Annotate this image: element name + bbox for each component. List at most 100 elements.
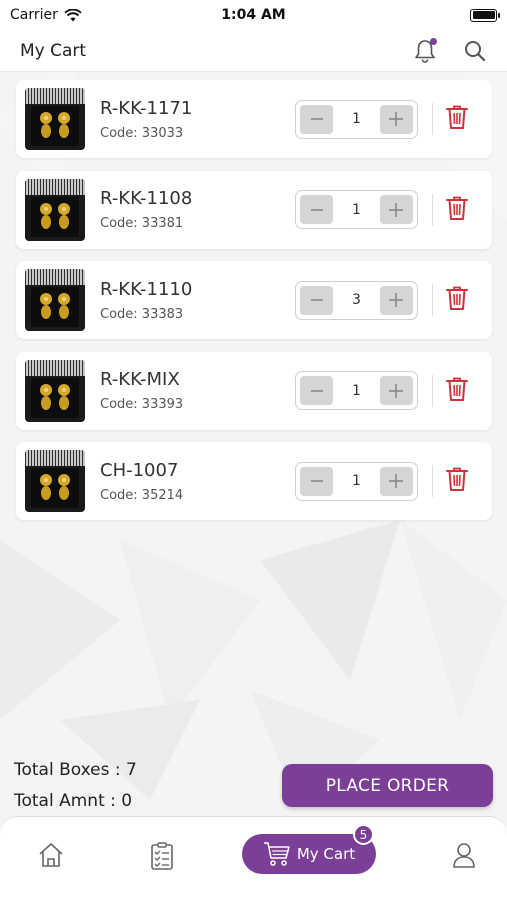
- trash-icon: [446, 105, 468, 129]
- bottom-tab-bar: My Cart 5: [0, 816, 507, 900]
- barcode-label: [25, 269, 85, 285]
- quantity-value[interactable]: 1: [352, 383, 361, 399]
- product-thumbnail[interactable]: [25, 359, 85, 422]
- increase-quantity-button[interactable]: [379, 285, 413, 315]
- earring-image: [40, 474, 70, 500]
- wifi-icon: [64, 8, 82, 21]
- cart-item: R-KK-1171 Code: 33033 1: [16, 80, 492, 158]
- battery-icon: [470, 8, 500, 22]
- quantity-value[interactable]: 1: [352, 473, 361, 489]
- earring-image: [40, 112, 70, 138]
- cart-item: R-KK-1110 Code: 33383 3: [16, 261, 492, 339]
- product-code: Code: 35214: [100, 487, 184, 503]
- decrease-quantity-button[interactable]: [300, 104, 333, 134]
- cart-item: R-KK-1108 Code: 33381 1: [16, 170, 492, 249]
- product-name: R-KK-1171: [100, 97, 193, 119]
- home-icon: [39, 843, 63, 867]
- decrease-quantity-button[interactable]: [300, 376, 333, 405]
- minus-icon: [310, 389, 323, 392]
- minus-icon: [310, 208, 323, 211]
- app-header: My Cart: [0, 30, 507, 72]
- product-name: CH-1007: [100, 459, 179, 481]
- product-code: Code: 33393: [100, 397, 184, 412]
- trash-icon: [446, 467, 468, 491]
- minus-icon: [310, 118, 323, 120]
- total-amount: Total Amnt : 0: [14, 791, 133, 811]
- carrier-label: Carrier: [10, 7, 58, 23]
- plus-icon: [389, 112, 404, 126]
- increase-quantity-button[interactable]: [379, 104, 413, 134]
- increase-quantity-button[interactable]: [379, 376, 413, 405]
- quantity-stepper: 1: [295, 371, 418, 410]
- product-thumbnail[interactable]: [25, 88, 85, 150]
- quantity-stepper: 1: [295, 99, 418, 139]
- order-totals: Total Boxes : 7 Total Amnt : 0: [14, 760, 137, 822]
- cart-list: R-KK-1171 Code: 33033 1 R-KK-1108 Code: …: [16, 80, 492, 533]
- product-thumbnail[interactable]: [25, 450, 85, 512]
- trash-icon: [446, 377, 468, 401]
- product-code: Code: 33033: [100, 125, 184, 141]
- cart-icon: [263, 842, 290, 866]
- product-thumbnail[interactable]: [25, 269, 85, 331]
- cart-count-badge: 5: [353, 824, 374, 845]
- tab-home[interactable]: [37, 841, 65, 873]
- product-name: R-KK-1110: [100, 278, 193, 300]
- barcode-label: [25, 178, 85, 195]
- user-icon: [453, 843, 475, 868]
- tab-my-cart-label: My Cart: [296, 845, 356, 863]
- product-name: R-KK-1108: [100, 188, 193, 209]
- barcode-label: [25, 450, 85, 466]
- earring-image: [40, 383, 70, 410]
- minus-icon: [310, 480, 323, 482]
- barcode-label: [25, 359, 85, 376]
- search-button[interactable]: [463, 39, 487, 63]
- divider: [432, 374, 433, 407]
- search-icon: [465, 40, 486, 61]
- quantity-value[interactable]: 1: [352, 202, 361, 218]
- barcode-label: [25, 88, 85, 104]
- divider: [432, 284, 433, 316]
- notifications-button[interactable]: [413, 37, 437, 64]
- product-name: R-KK-MIX: [100, 369, 180, 390]
- delete-item-button[interactable]: [446, 195, 468, 225]
- earring-image: [40, 293, 70, 319]
- earring-image: [40, 202, 70, 229]
- increase-quantity-button[interactable]: [379, 466, 413, 496]
- tab-orders[interactable]: [148, 841, 176, 875]
- clipboard-checklist-icon: [151, 842, 173, 870]
- plus-icon: [389, 202, 404, 217]
- divider: [432, 103, 433, 135]
- decrease-quantity-button[interactable]: [300, 195, 333, 224]
- quantity-stepper: 3: [295, 280, 418, 320]
- tab-profile[interactable]: [451, 841, 477, 873]
- increase-quantity-button[interactable]: [379, 195, 413, 224]
- total-boxes: Total Boxes : 7: [14, 760, 137, 780]
- quantity-stepper: 1: [295, 461, 418, 501]
- trash-icon: [446, 286, 468, 310]
- quantity-value[interactable]: 3: [352, 292, 361, 308]
- plus-icon: [389, 293, 404, 307]
- decrease-quantity-button[interactable]: [300, 466, 333, 496]
- plus-icon: [389, 383, 404, 398]
- delete-item-button[interactable]: [446, 466, 468, 496]
- decrease-quantity-button[interactable]: [300, 285, 333, 315]
- place-order-button[interactable]: PLACE ORDER: [282, 764, 493, 807]
- page-title: My Cart: [20, 40, 87, 61]
- quantity-stepper: 1: [295, 190, 418, 229]
- delete-item-button[interactable]: [446, 376, 468, 406]
- trash-icon: [446, 196, 468, 220]
- product-code: Code: 33383: [100, 306, 184, 322]
- divider: [432, 465, 433, 497]
- delete-item-button[interactable]: [446, 104, 468, 134]
- quantity-value[interactable]: 1: [352, 111, 361, 127]
- product-code: Code: 33381: [100, 216, 184, 231]
- plus-icon: [389, 474, 404, 488]
- cart-item: R-KK-MIX Code: 33393 1: [16, 351, 492, 430]
- delete-item-button[interactable]: [446, 285, 468, 315]
- product-thumbnail[interactable]: [25, 178, 85, 241]
- cart-item: CH-1007 Code: 35214 1: [16, 442, 492, 520]
- divider: [432, 193, 433, 226]
- minus-icon: [310, 299, 323, 301]
- status-bar: Carrier 1:04 AM: [0, 0, 507, 30]
- notification-dot: [430, 37, 437, 45]
